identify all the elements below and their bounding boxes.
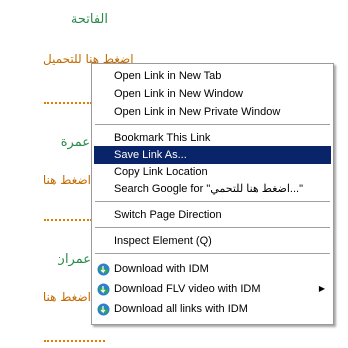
surah-heading-partial: عمران <box>58 252 91 267</box>
dashed-divider <box>44 219 92 221</box>
surah-heading-fatiha: الفاتحة <box>70 12 108 27</box>
idm-globe-icon <box>97 303 110 316</box>
menu-item-switch-page-direction[interactable]: Switch Page Direction <box>94 206 331 224</box>
dashed-divider <box>44 340 105 342</box>
download-link[interactable]: اضغط هنا للتحميل <box>43 173 91 187</box>
menu-item-save-link-as[interactable]: Save Link As... <box>94 146 331 164</box>
download-link[interactable]: اضغط هنا للتحميل <box>43 290 91 304</box>
menu-item-download-idm[interactable]: Download with IDM <box>94 260 331 278</box>
menu-item-bookmark-link[interactable]: Bookmark This Link <box>94 129 331 147</box>
menu-item-open-private-window[interactable]: Open Link in New Private Window <box>94 103 331 121</box>
menu-separator <box>95 253 330 255</box>
menu-item-download-flv-idm[interactable]: Download FLV video with IDM ▶ <box>94 280 331 298</box>
menu-item-open-new-tab[interactable]: Open Link in New Tab <box>94 67 331 85</box>
idm-globe-icon <box>97 283 110 296</box>
dashed-divider <box>44 102 92 104</box>
surah-heading-partial: عمرة <box>60 135 90 150</box>
menu-item-inspect-element[interactable]: Inspect Element (Q) <box>94 232 331 250</box>
menu-item-download-all-idm[interactable]: Download all links with IDM <box>94 300 331 318</box>
menu-separator <box>95 201 330 203</box>
submenu-arrow-icon: ▶ <box>318 284 325 293</box>
menu-separator <box>95 227 330 229</box>
context-menu: Open Link in New Tab Open Link in New Wi… <box>91 63 334 325</box>
menu-separator <box>95 124 330 126</box>
menu-item-search-google[interactable]: Search Google for "اضغط هنا للتحمي..." <box>94 180 331 198</box>
menu-item-open-new-window[interactable]: Open Link in New Window <box>94 85 331 103</box>
idm-globe-icon <box>97 263 110 276</box>
menu-item-copy-link-location[interactable]: Copy Link Location <box>94 163 331 181</box>
